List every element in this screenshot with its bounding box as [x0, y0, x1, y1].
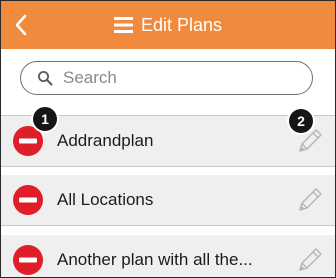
list-item[interactable]: All Locations — [1, 175, 335, 226]
search-input[interactable]: Search — [20, 61, 313, 95]
top-bar: Edit Plans — [1, 1, 335, 49]
pencil-icon[interactable] — [295, 185, 325, 215]
annotation-badge: 1 — [33, 107, 57, 131]
annotation-badge: 2 — [289, 109, 313, 133]
title-group: Edit Plans — [1, 1, 335, 49]
page-title: Edit Plans — [140, 14, 223, 35]
search-icon — [38, 71, 53, 86]
plan-name: Another plan with all the... — [57, 250, 253, 269]
plan-name: Addrandplan — [57, 131, 154, 150]
delete-icon[interactable] — [12, 244, 44, 276]
list-item[interactable]: Another plan with all the... — [1, 235, 335, 277]
delete-icon[interactable] — [12, 184, 44, 216]
search-placeholder: Search — [63, 68, 117, 87]
list-icon — [113, 17, 133, 33]
plan-name: All Locations — [57, 190, 154, 209]
search-area: Search — [1, 49, 335, 115]
pencil-icon[interactable] — [295, 245, 325, 275]
screen: Edit Plans Search Addrandplan All Locati… — [0, 0, 336, 278]
